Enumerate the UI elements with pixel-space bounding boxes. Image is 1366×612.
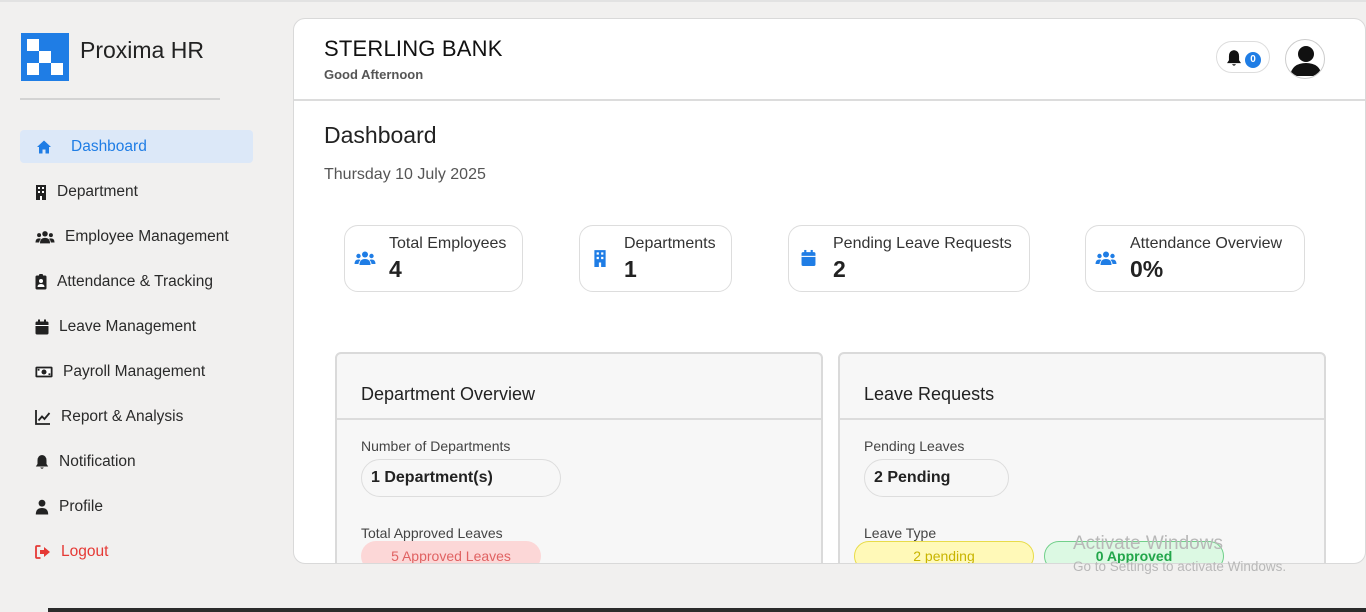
sidebar-item-dashboard[interactable]: Dashboard: [20, 130, 253, 163]
sidebar-item-notification[interactable]: Notification: [20, 445, 253, 478]
building-icon: [34, 183, 48, 201]
sidebar-item-label: Logout: [61, 542, 109, 560]
brand-name: Proxima HR: [80, 37, 204, 63]
avatar[interactable]: [1285, 39, 1325, 79]
stat-card-total-employees[interactable]: Total Employees 4: [344, 225, 523, 292]
sidebar-item-attendance-tracking[interactable]: Attendance & Tracking: [20, 265, 253, 298]
card-divider: [337, 418, 821, 420]
sidebar-item-department[interactable]: Department: [20, 175, 253, 208]
id-badge-icon: [34, 273, 48, 291]
sidebar-item-payroll-management[interactable]: Payroll Management: [20, 355, 253, 388]
department-overview-card: Department Overview Number of Department…: [335, 352, 823, 563]
pending-leaves-value: 2 Pending: [864, 459, 1009, 497]
logo-icon: [21, 33, 69, 81]
page-date: Thursday 10 July 2025: [324, 166, 486, 183]
sidebar-item-employee-management[interactable]: Employee Management: [20, 220, 253, 253]
card-divider: [840, 418, 1324, 420]
sidebar-item-report-analysis[interactable]: Report & Analysis: [20, 400, 253, 433]
sidebar-item-label: Dashboard: [71, 137, 147, 155]
sidebar-item-label: Department: [57, 182, 138, 200]
sidebar-item-leave-management[interactable]: Leave Management: [20, 310, 253, 343]
notification-count-badge: 0: [1245, 52, 1261, 68]
users-icon: [1095, 249, 1117, 269]
stat-value: 2: [833, 256, 846, 282]
top-header: STERLING BANK Good Afternoon 0: [294, 19, 1365, 101]
stat-value: 0%: [1130, 256, 1164, 282]
leave-type-label: Leave Type: [864, 525, 937, 541]
home-icon: [34, 138, 54, 156]
pending-type-badge: 2 pending: [854, 541, 1034, 563]
calendar-icon: [34, 318, 50, 336]
sidebar-item-label: Report & Analysis: [61, 407, 184, 425]
user-avatar-icon: [1290, 46, 1322, 76]
user-icon: [34, 498, 50, 516]
greeting-text: Good Afternoon: [324, 67, 424, 82]
sidebar-item-label: Employee Management: [65, 227, 229, 245]
stat-label: Total Employees: [389, 235, 507, 252]
activate-windows-title: Activate Windows: [1073, 533, 1223, 554]
stat-value: 1: [624, 256, 637, 282]
stat-label: Pending Leave Requests: [833, 235, 1012, 252]
sidebar-item-label: Leave Management: [59, 317, 197, 335]
approved-leaves-label: Total Approved Leaves: [361, 525, 503, 541]
card-title: Leave Requests: [864, 384, 995, 404]
main-panel: STERLING BANK Good Afternoon 0 Dashboard…: [293, 18, 1366, 564]
stat-card-pending-leave-requests[interactable]: Pending Leave Requests 2: [788, 225, 1030, 292]
sidebar-item-label: Attendance & Tracking: [57, 272, 213, 290]
bell-icon: [1225, 49, 1243, 67]
bell-icon: [34, 453, 50, 471]
stat-card-departments[interactable]: Departments 1: [579, 225, 732, 292]
bottom-bar: [0, 608, 1366, 612]
logout-icon: [34, 543, 52, 561]
building-icon: [593, 249, 613, 269]
page-title: Dashboard: [324, 122, 437, 148]
calendar-icon: [801, 249, 821, 269]
sidebar-item-label: Payroll Management: [63, 362, 206, 380]
notification-button[interactable]: 0: [1216, 41, 1270, 73]
stat-card-attendance-overview[interactable]: Attendance Overview 0%: [1085, 225, 1305, 292]
sidebar-item-profile[interactable]: Profile: [20, 490, 253, 523]
departments-count-value: 1 Department(s): [361, 459, 561, 497]
users-icon: [34, 228, 56, 246]
approved-leaves-badge: 5 Approved Leaves: [361, 541, 541, 563]
card-title: Department Overview: [361, 384, 536, 404]
sidebar-divider: [20, 98, 220, 100]
pending-leaves-label: Pending Leaves: [864, 438, 965, 454]
sidebar-item-label: Profile: [59, 497, 103, 515]
stat-label: Departments: [624, 235, 716, 252]
sidebar-item-label: Notification: [59, 452, 136, 470]
users-icon: [354, 249, 376, 269]
money-icon: [34, 363, 54, 381]
company-name: STERLING BANK: [324, 36, 503, 61]
chart-line-icon: [34, 408, 52, 426]
departments-count-label: Number of Departments: [361, 438, 511, 454]
stat-label: Attendance Overview: [1130, 235, 1283, 252]
activate-windows-subtitle: Go to Settings to activate Windows.: [1073, 559, 1287, 574]
sidebar-item-logout[interactable]: Logout: [20, 535, 253, 568]
sidebar: Proxima HR Dashboard Department Employee…: [0, 0, 275, 608]
stat-value: 4: [389, 256, 402, 282]
